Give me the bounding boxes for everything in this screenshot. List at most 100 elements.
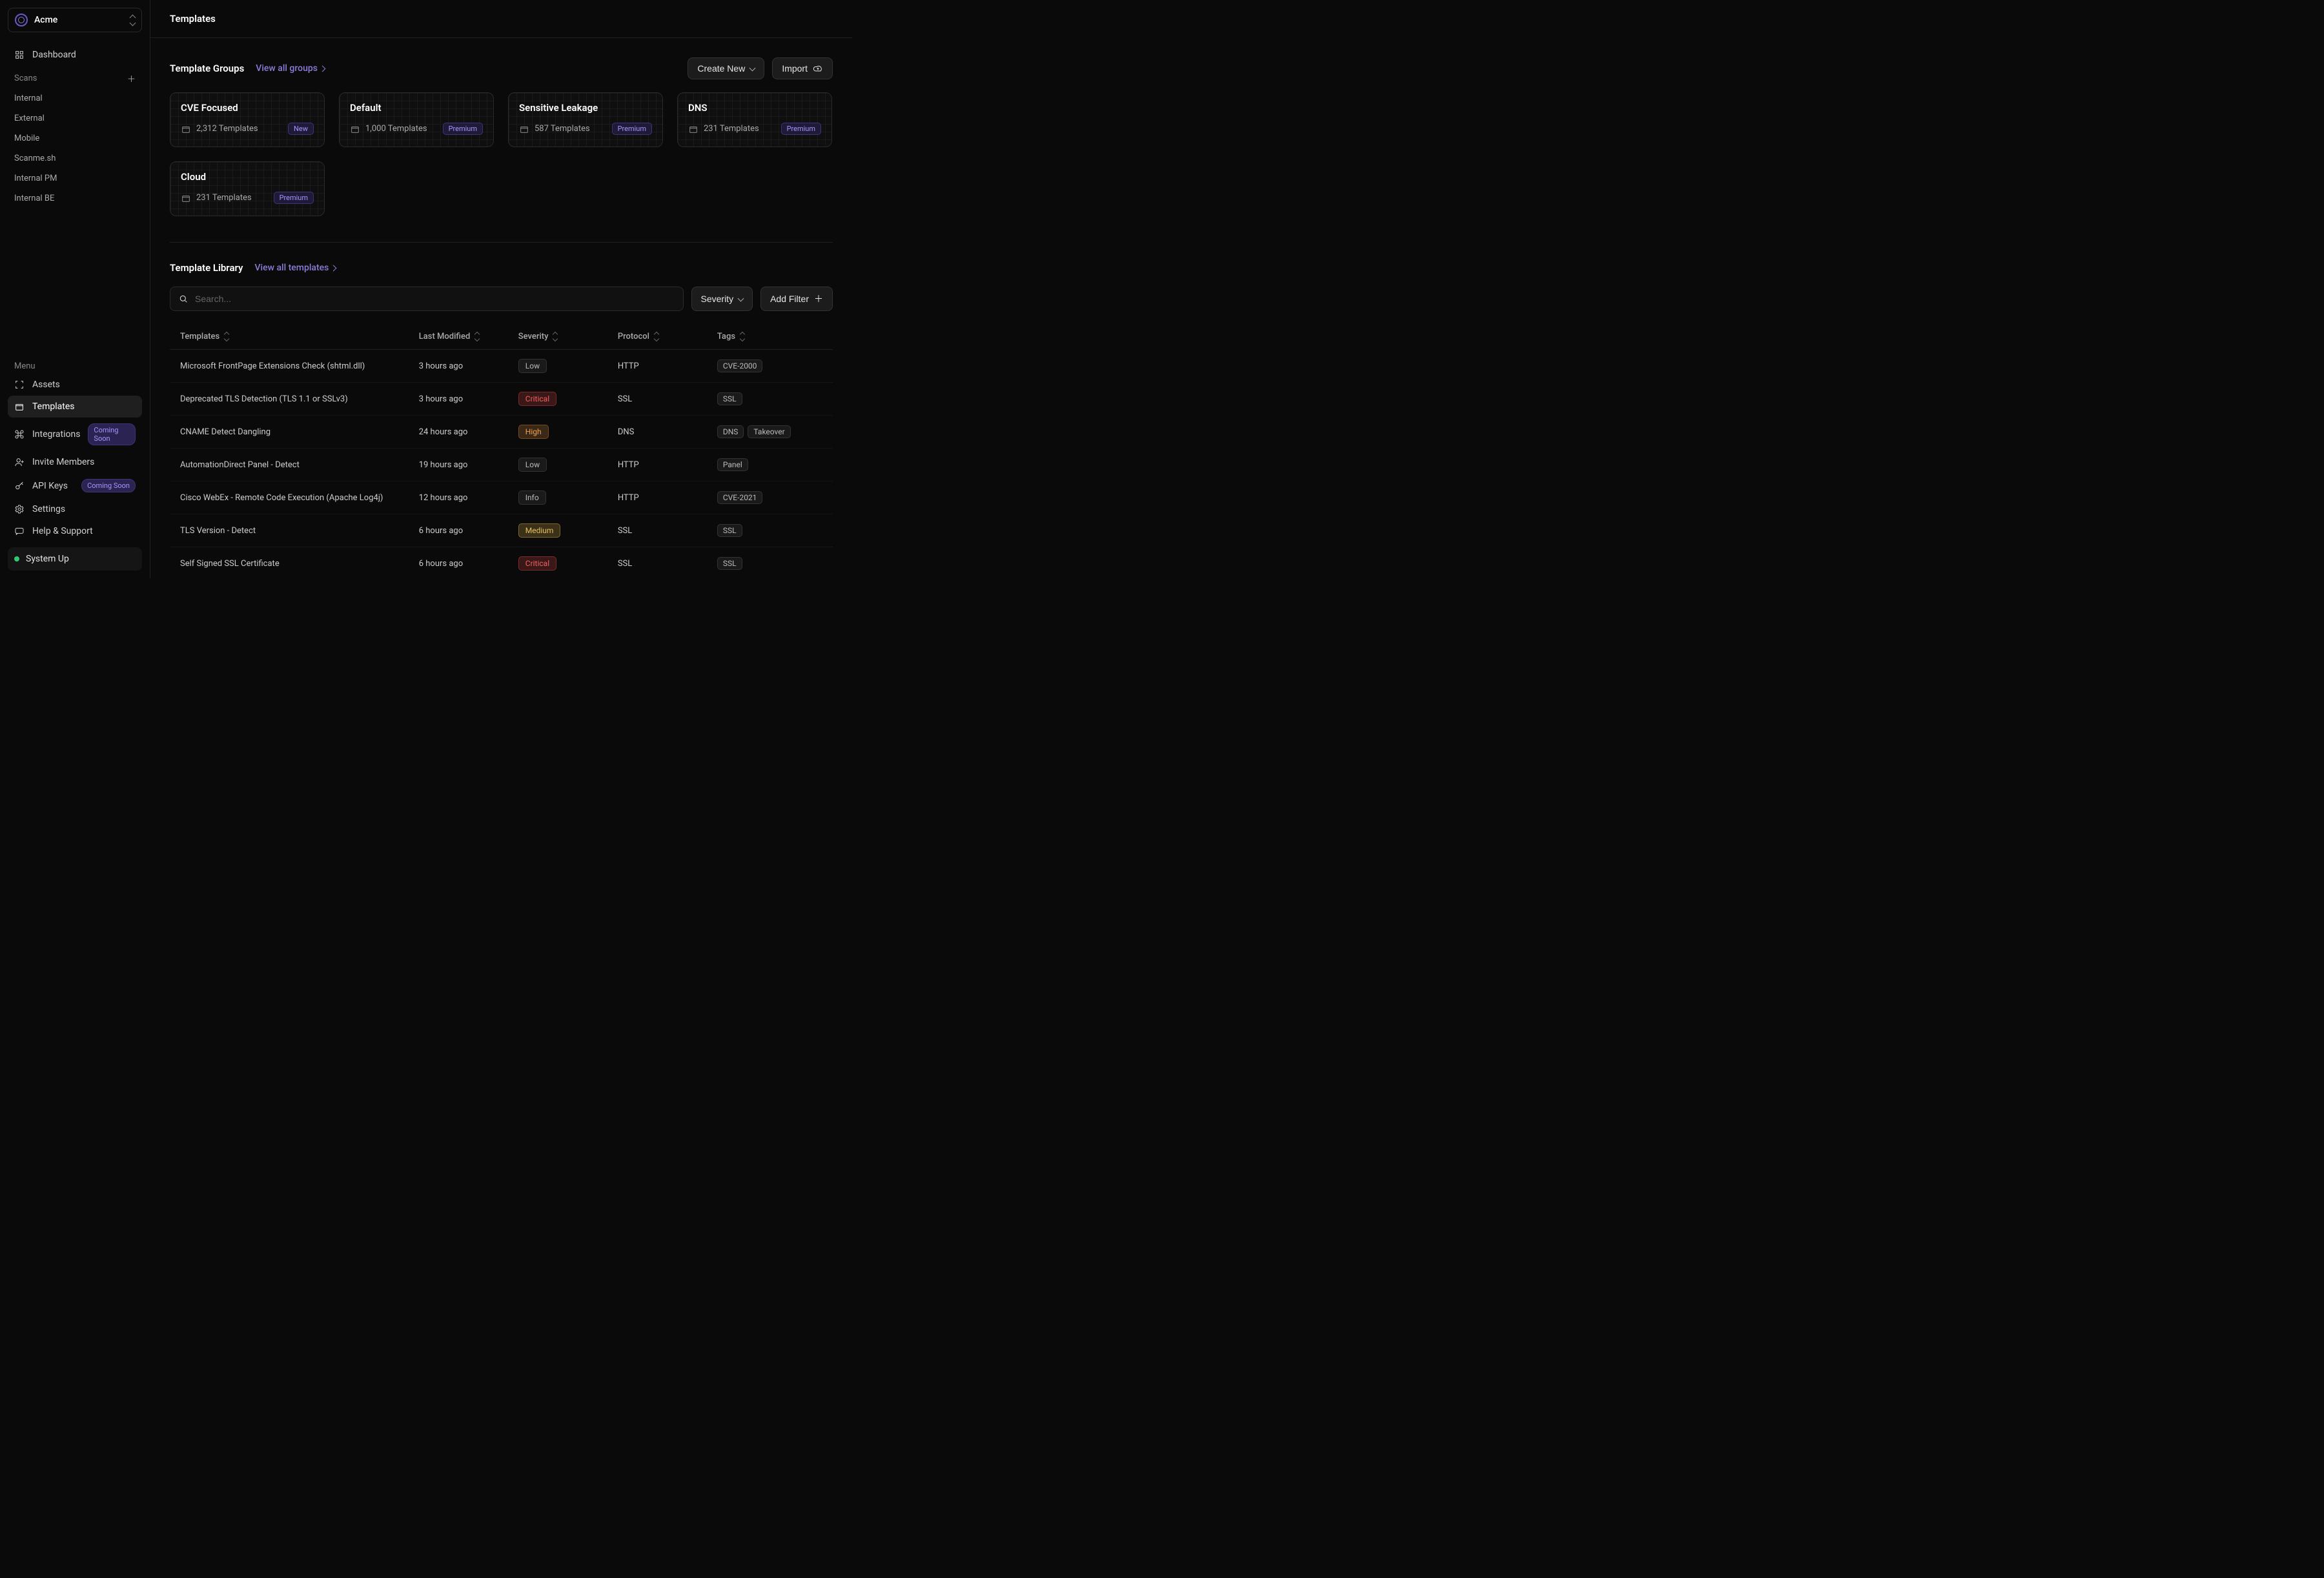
gear-icon <box>14 504 25 514</box>
nav-help[interactable]: Help & Support <box>8 520 142 542</box>
link-text: View all templates <box>255 263 329 273</box>
table-row[interactable]: TLS Version - Detect 6 hours ago Medium … <box>170 514 833 547</box>
cell-protocol: SSL <box>607 514 707 547</box>
button-label: Severity <box>701 294 734 304</box>
cell-name: Deprecated TLS Detection (TLS 1.1 or SSL… <box>170 383 409 416</box>
group-cards: CVE Focused 2,312 Templates New Default … <box>170 92 833 216</box>
group-card[interactable]: Sensitive Leakage 587 Templates Premium <box>508 92 663 147</box>
severity-filter-button[interactable]: Severity <box>691 287 753 311</box>
button-label: Add Filter <box>770 294 809 304</box>
scan-item[interactable]: External <box>8 108 142 128</box>
scan-item[interactable]: Mobile <box>8 128 142 148</box>
template-library-heading: Template Library <box>170 262 243 274</box>
severity-badge: Critical <box>518 556 556 571</box>
col-tags[interactable]: Tags <box>717 332 744 341</box>
box-icon <box>181 193 191 203</box>
card-title: Sensitive Leakage <box>519 102 652 114</box>
card-badge: Premium <box>781 123 821 135</box>
view-all-groups-link[interactable]: View all groups <box>256 63 325 74</box>
nav-assets[interactable]: Assets <box>8 374 142 396</box>
cell-name: TLS Version - Detect <box>170 514 409 547</box>
cell-protocol: DNS <box>607 416 707 449</box>
add-filter-button[interactable]: Add Filter ＋ <box>760 287 833 311</box>
table-row[interactable]: Microsoft FrontPage Extensions Check (sh… <box>170 350 833 383</box>
search-input[interactable] <box>195 294 675 304</box>
table-row[interactable]: AutomationDirect Panel - Detect 19 hours… <box>170 449 833 481</box>
nav-label: Integrations <box>32 429 80 440</box>
search-box[interactable] <box>170 287 684 311</box>
menu-label: Menu <box>8 356 142 374</box>
view-all-templates-link[interactable]: View all templates <box>255 263 336 273</box>
card-badge: Premium <box>612 123 652 135</box>
group-card[interactable]: Default 1,000 Templates Premium <box>339 92 494 147</box>
plus-icon[interactable]: ＋ <box>127 72 136 85</box>
severity-badge: Info <box>518 491 546 505</box>
col-last-modified[interactable]: Last Modified <box>419 332 480 341</box>
cell-tags: CVE-2021 <box>707 481 833 514</box>
cell-modified: 24 hours ago <box>409 416 508 449</box>
table-row[interactable]: Cisco WebEx - Remote Code Execution (Apa… <box>170 481 833 514</box>
scan-item[interactable]: Scanme.sh <box>8 148 142 168</box>
cell-name: Microsoft FrontPage Extensions Check (sh… <box>170 350 409 383</box>
nav-label: Settings <box>32 504 65 514</box>
sort-icon <box>475 332 479 341</box>
scans-list: Internal External Mobile Scanme.sh Inter… <box>8 88 142 208</box>
cell-tags: Panel <box>707 449 833 481</box>
nav-integrations[interactable]: Integrations Coming Soon <box>8 418 142 451</box>
search-icon <box>178 294 189 304</box>
command-icon <box>14 429 25 440</box>
nav-settings[interactable]: Settings <box>8 498 142 520</box>
scan-item[interactable]: Internal <box>8 88 142 108</box>
button-label: Create New <box>697 63 745 74</box>
tag: Takeover <box>748 425 790 438</box>
tag: DNS <box>717 425 744 438</box>
card-count: 231 Templates <box>688 124 759 134</box>
sort-icon <box>225 332 229 341</box>
cell-modified: 19 hours ago <box>409 449 508 481</box>
card-title: CVE Focused <box>181 102 314 114</box>
card-badge: Premium <box>443 123 483 135</box>
nav-apikeys[interactable]: API Keys Coming Soon <box>8 473 142 498</box>
nav-label: Invite Members <box>32 457 94 467</box>
box-icon <box>519 124 529 134</box>
system-status[interactable]: System Up <box>8 547 142 571</box>
group-card[interactable]: DNS 231 Templates Premium <box>677 92 832 147</box>
status-text: System Up <box>26 554 69 564</box>
nav-label: Assets <box>32 379 60 390</box>
nav-invite[interactable]: Invite Members <box>8 451 142 473</box>
nav-dashboard[interactable]: Dashboard <box>8 44 142 66</box>
severity-badge: Low <box>518 458 547 472</box>
divider <box>170 242 833 243</box>
expand-icon <box>14 379 25 390</box>
org-switcher[interactable]: Acme <box>8 8 142 32</box>
scan-item[interactable]: Internal PM <box>8 168 142 188</box>
templates-table: Templates Last Modified Severity Protoco… <box>170 324 833 578</box>
user-plus-icon <box>14 457 25 467</box>
cell-name: Cisco WebEx - Remote Code Execution (Apa… <box>170 481 409 514</box>
cell-modified: 3 hours ago <box>409 383 508 416</box>
cell-modified: 12 hours ago <box>409 481 508 514</box>
group-card[interactable]: CVE Focused 2,312 Templates New <box>170 92 325 147</box>
card-count: 2,312 Templates <box>181 124 258 134</box>
nav-label: Help & Support <box>32 526 93 536</box>
import-button[interactable]: Import <box>772 57 833 79</box>
table-row[interactable]: Deprecated TLS Detection (TLS 1.1 or SSL… <box>170 383 833 416</box>
group-card[interactable]: Cloud 231 Templates Premium <box>170 161 325 216</box>
nav-templates[interactable]: Templates <box>8 396 142 418</box>
main: Templates Template Groups View all group… <box>150 0 852 578</box>
cell-tags: SSL <box>707 383 833 416</box>
create-new-button[interactable]: Create New <box>688 57 764 79</box>
scan-item[interactable]: Internal BE <box>8 188 142 208</box>
scans-label: Scans <box>14 74 37 83</box>
nav-label: Templates <box>32 401 75 412</box>
card-count: 1,000 Templates <box>350 124 427 134</box>
table-row[interactable]: Self Signed SSL Certificate 6 hours ago … <box>170 547 833 579</box>
cell-protocol: HTTP <box>607 350 707 383</box>
col-protocol[interactable]: Protocol <box>618 332 658 341</box>
cell-tags: SSL <box>707 514 833 547</box>
col-severity[interactable]: Severity <box>518 332 558 341</box>
sort-icon <box>740 332 744 341</box>
col-templates[interactable]: Templates <box>180 332 229 341</box>
chevron-updown-icon <box>130 15 135 25</box>
table-row[interactable]: CNAME Detect Dangling 24 hours ago High … <box>170 416 833 449</box>
